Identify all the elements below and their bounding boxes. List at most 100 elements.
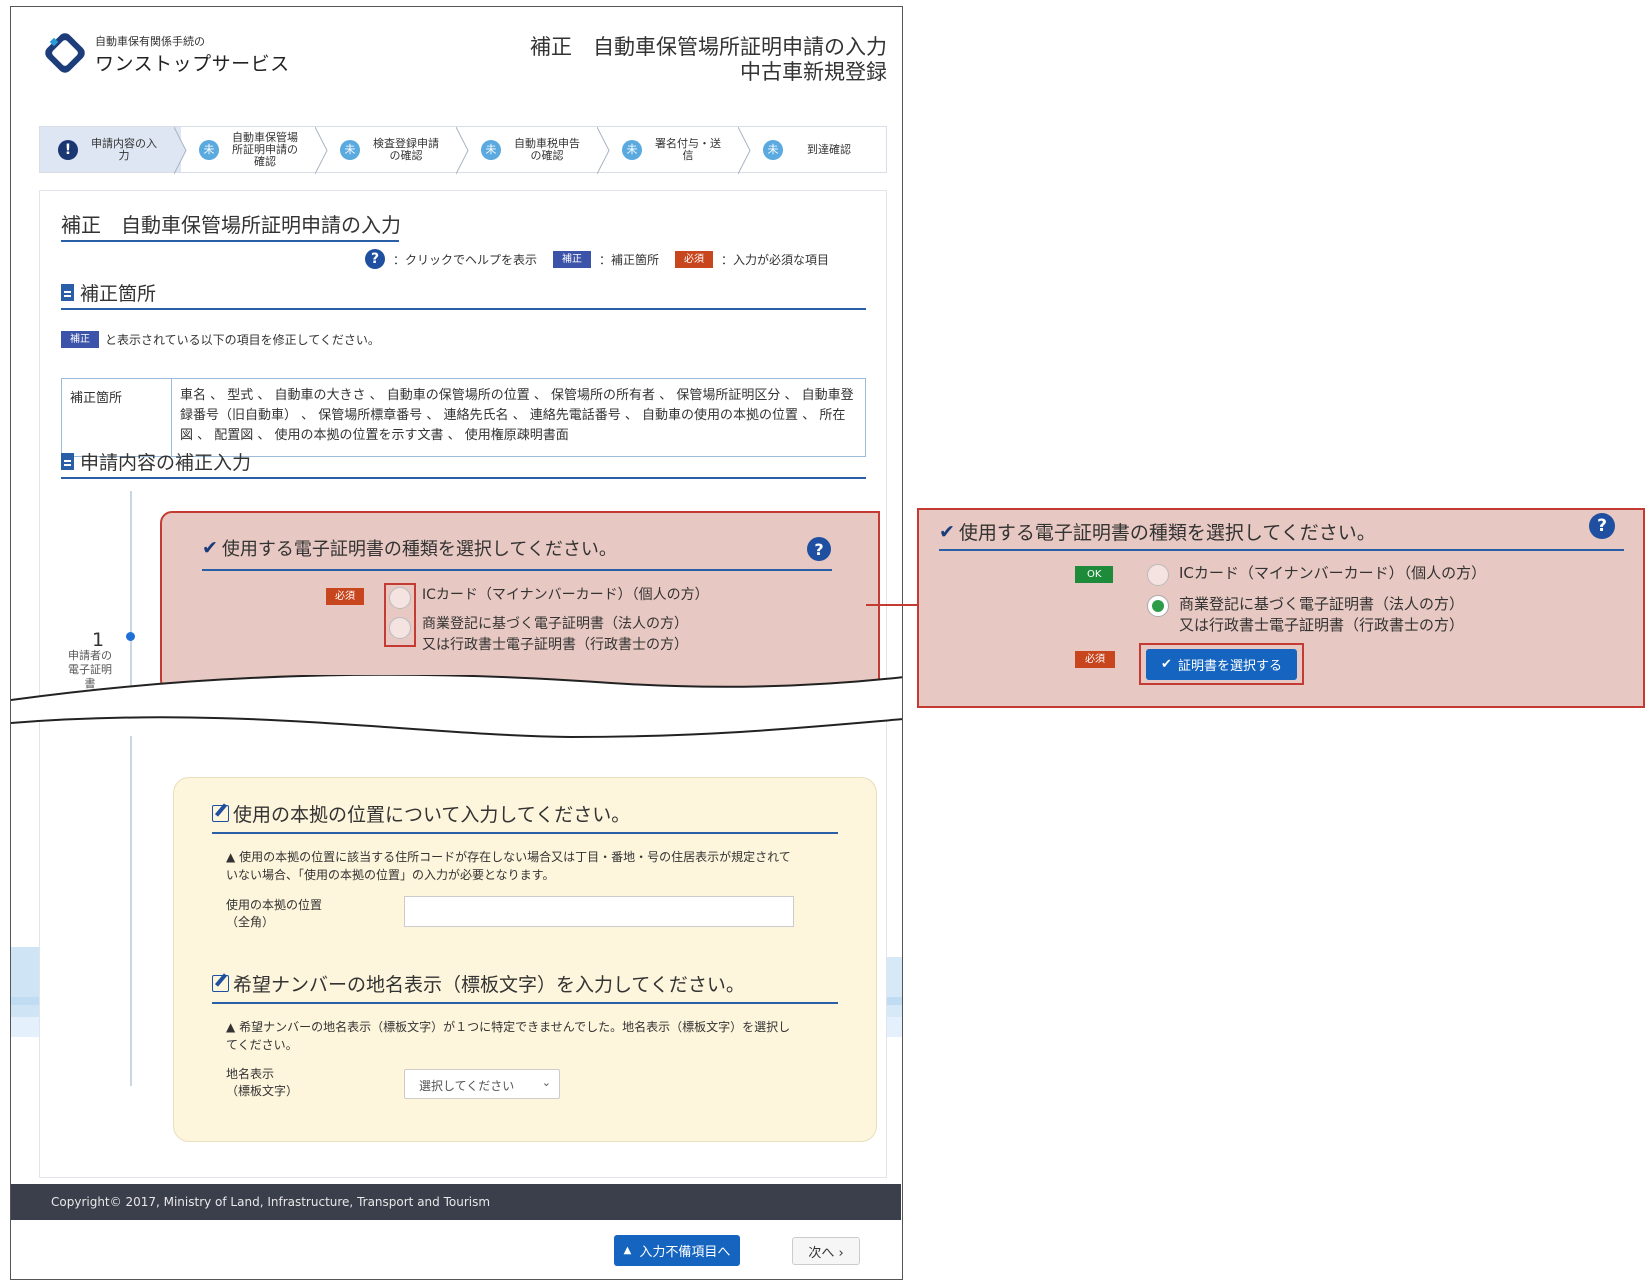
radio-corporate-cert[interactable] — [389, 617, 411, 639]
step-inspection-confirm: 未 検査登録申請の確認 — [322, 127, 469, 174]
help-icon[interactable]: ? — [365, 249, 385, 269]
logo-title: ワンストップサービス — [95, 53, 290, 75]
zoom-title-text: 使用する電子証明書の種類を選択してください。 — [958, 522, 1376, 544]
correction-table: 補正箇所 車名 、 型式 、 自動車の大きさ 、 自動車の保管場所の位置 、 保… — [61, 378, 866, 457]
option-corporate-label: 商業登記に基づく電子証明書（法人の方） 又は行政書士電子証明書（行政書士の方） — [422, 614, 688, 656]
check-icon: ✔ — [202, 537, 218, 559]
step-sign-send: 未 署名付与・送信 — [604, 127, 751, 174]
location-panel-title: 使用の本拠の位置について入力してください。 — [212, 800, 630, 827]
step-label: 到達確認 — [807, 142, 851, 156]
chevron-up-icon: ▲ — [623, 1245, 632, 1256]
cert-panel-zoom-callout: ✔ 使用する電子証明書の種類を選択してください。 ? OK ICカード（マイナン… — [917, 508, 1645, 708]
step-divider — [738, 127, 751, 174]
logo-icon — [45, 33, 85, 73]
timeline-dot — [126, 632, 135, 641]
document-icon — [61, 284, 74, 301]
step-label: 申請内容の入力 — [91, 136, 157, 162]
warning-icon: ▲ — [226, 1020, 236, 1034]
header-title-line2: 中古車新規登録 — [740, 60, 887, 84]
location-label-line1: 使用の本拠の位置 — [226, 898, 323, 912]
notice-text: と表示されている以下の項目を修正してください。 — [105, 333, 380, 347]
ok-badge: OK — [1075, 566, 1114, 583]
panel-underline — [202, 569, 832, 571]
incomplete-items-button[interactable]: ▲ 入力不備項目へ — [614, 1235, 740, 1266]
page-header-title: 補正 自動車保管場所証明申請の入力 中古車新規登録 — [530, 35, 887, 85]
location-input[interactable] — [404, 896, 794, 927]
plate-panel-title: 希望ナンバーの地名表示（標板文字）を入力してください。 — [212, 970, 745, 997]
pending-icon: 未 — [763, 139, 783, 160]
section-heading-corrections: 補正箇所 — [61, 279, 156, 306]
copyright-text: Copyright© 2017, Ministry of Land, Infra… — [51, 1195, 491, 1209]
option-corporate-line1: 商業登記に基づく電子証明書（法人の方） — [1179, 595, 1465, 613]
location-label-line2: （全角） — [226, 915, 275, 929]
radio-ic-card[interactable] — [389, 587, 411, 609]
document-icon — [61, 453, 74, 470]
option-ic-card-label: ICカード（マイナンバーカード）（個人の方） — [422, 587, 709, 603]
step-divider — [315, 127, 328, 174]
section-title: 補正箇所 — [80, 283, 157, 305]
section-underline — [61, 308, 866, 310]
step-label: 自動車税申告の確認 — [514, 136, 580, 162]
legend-required-text: ：入力が必須な項目 — [721, 252, 830, 267]
zoom-connector-line — [866, 604, 918, 606]
location-field-label: 使用の本拠の位置 （全角） — [226, 897, 322, 931]
step-input: ! 申請内容の入力 — [40, 127, 187, 174]
step-arrival-confirm: 未 到達確認 — [745, 127, 886, 172]
step-label: 自動車保管場所証明申請の確認 — [232, 130, 298, 168]
step-divider — [456, 127, 469, 174]
step-divider — [597, 127, 610, 174]
location-warning-text: 使用の本拠の位置に該当する住所コードが存在しない場合又は丁目・番地・号の住居表示… — [226, 850, 791, 882]
step-divider — [174, 127, 187, 174]
correction-notice: 補正 と表示されている以下の項目を修正してください。 — [61, 331, 380, 348]
pending-icon: 未 — [340, 139, 360, 160]
plate-field-label: 地名表示 （標板文字） — [226, 1066, 298, 1100]
required-badge: 必須 — [1075, 651, 1115, 668]
panel-underline — [939, 549, 1624, 551]
required-badge: 必須 — [675, 250, 714, 268]
screenshot-stage: 自動車保有関係手続の ワンストップサービス 補正 自動車保管場所証明申請の入力 … — [0, 0, 1652, 1285]
pending-icon: 未 — [481, 139, 501, 160]
cert-panel-title: ✔ 使用する電子証明書の種類を選択してください。 — [202, 535, 617, 561]
location-input-panel: 使用の本拠の位置について入力してください。 ▲ 使用の本拠の位置に該当する住所コ… — [173, 777, 877, 1142]
select-certificate-label: 証明書を選択する — [1177, 659, 1282, 674]
timeline-line — [130, 491, 132, 691]
page-title: 補正 自動車保管場所証明申請の入力 — [61, 213, 401, 237]
legend-help-text: ：クリックでヘルプを表示 — [393, 252, 538, 267]
edit-icon — [212, 975, 229, 992]
plate-name-select[interactable]: 選択してください ⌄ — [404, 1069, 560, 1099]
check-icon: ✔ — [939, 520, 955, 543]
select-certificate-button[interactable]: ✔ 証明書を選択する — [1146, 649, 1297, 680]
step-label: 検査登録申請の確認 — [373, 136, 439, 162]
hosei-badge: 補正 — [61, 331, 99, 348]
legend: ? ：クリックでヘルプを表示 補正 ：補正箇所 必須 ：入力が必須な項目 — [365, 249, 829, 269]
chevron-down-icon: ⌄ — [541, 1076, 551, 1089]
panel-underline — [212, 832, 838, 834]
pending-icon: 未 — [622, 139, 642, 160]
section-underline — [61, 477, 866, 479]
help-icon[interactable]: ? — [807, 537, 831, 561]
table-body-cell: 車名 、 型式 、 自動車の大きさ 、 自動車の保管場所の位置 、 保管場所の所… — [180, 388, 854, 443]
radio-ic-card[interactable] — [1147, 564, 1169, 586]
cert-panel-title-text: 使用する電子証明書の種類を選択してください。 — [221, 539, 617, 560]
option-corporate-line1: 商業登記に基づく電子証明書（法人の方） — [422, 616, 688, 632]
help-icon[interactable]: ? — [1589, 513, 1615, 539]
step-tax-confirm: 未 自動車税申告の確認 — [463, 127, 610, 174]
step-storage-confirm: 未 自動車保管場所証明申請の確認 — [181, 127, 328, 174]
plate-label-line2: （標板文字） — [226, 1084, 299, 1098]
cert-type-panel: ✔ 使用する電子証明書の種類を選択してください。 ? 必須 ICカード（マイナン… — [160, 511, 880, 692]
required-badge: 必須 — [326, 588, 364, 605]
timeline-line — [130, 736, 132, 1086]
option-corporate-label: 商業登記に基づく電子証明書（法人の方） 又は行政書士電子証明書（行政書士の方） — [1179, 594, 1464, 636]
next-button[interactable]: 次へ › — [792, 1237, 860, 1265]
incomplete-items-label: 入力不備項目へ — [639, 1245, 731, 1260]
site-header: 自動車保有関係手続の ワンストップサービス 補正 自動車保管場所証明申請の入力 … — [11, 7, 901, 117]
section-title: 申請内容の補正入力 — [80, 452, 252, 474]
timeline-step-number: 1 — [92, 629, 105, 651]
site-footer: Copyright© 2017, Ministry of Land, Infra… — [11, 1184, 901, 1220]
plate-warning: ▲ 希望ナンバーの地名表示（標板文字）が１つに特定できませんでした。地名表示（標… — [226, 1018, 796, 1054]
section-heading-input: 申請内容の補正入力 — [61, 448, 251, 475]
browser-page: 自動車保有関係手続の ワンストップサービス 補正 自動車保管場所証明申請の入力 … — [10, 6, 903, 1280]
option-corporate-line2: 又は行政書士電子証明書（行政書士の方） — [1179, 616, 1465, 634]
radio-corporate-cert-selected[interactable] — [1147, 595, 1169, 617]
legend-hosei-text: ：補正箇所 — [599, 252, 660, 267]
